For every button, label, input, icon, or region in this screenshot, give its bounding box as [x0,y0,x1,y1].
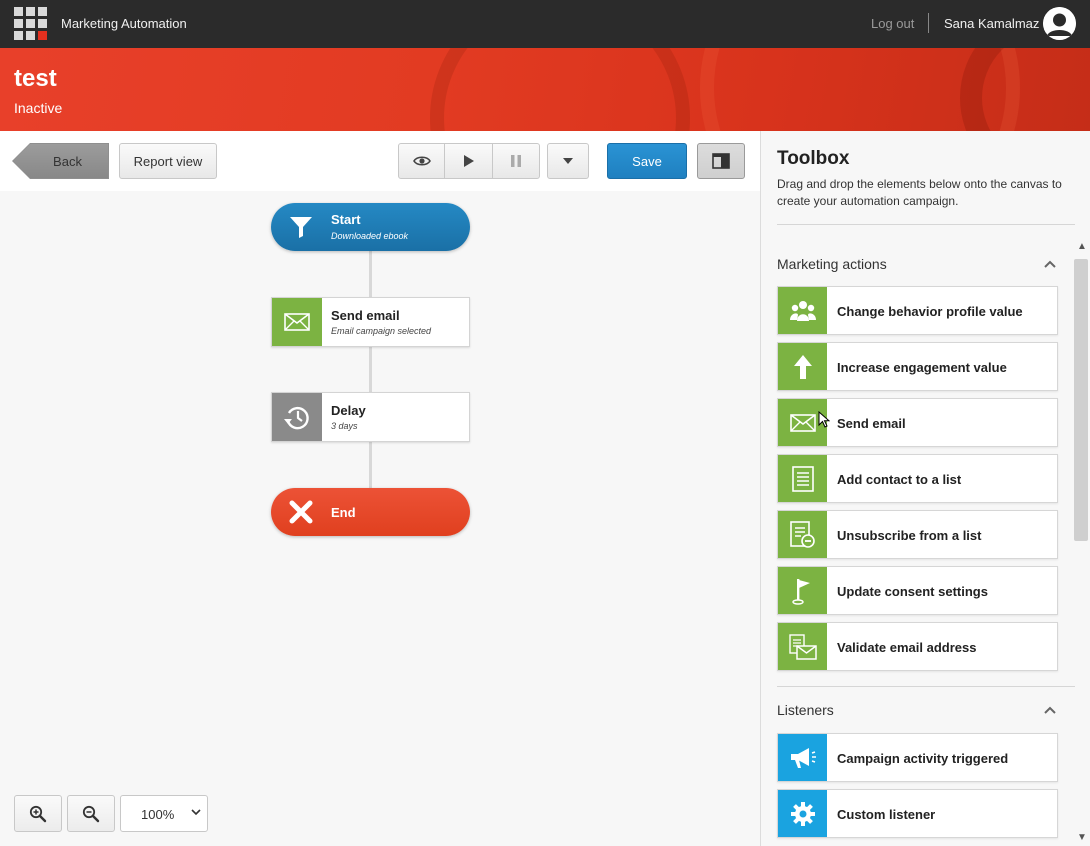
canvas-toolbar: Back Report view Save [0,131,760,191]
end-node[interactable]: End [271,488,470,536]
delay-node-title: Delay [331,403,366,418]
toolbox-title: Toolbox [777,148,850,169]
arrow-up-icon [778,343,827,390]
toolbox-item-update-consent-settings[interactable]: Update consent settings [777,566,1058,615]
toolbox-item-label: Custom listener [837,807,936,822]
campaign-status: Inactive [14,100,63,116]
panel-layout-icon [712,153,730,169]
people-icon [778,287,827,334]
chevron-up-icon[interactable] [1043,705,1057,715]
toggle-toolbox-button[interactable] [697,143,745,179]
scrollbar-thumb[interactable] [1074,259,1088,541]
user-name[interactable]: Sana Kamalmaz [944,16,1039,31]
start-node[interactable]: Start Downloaded ebook [271,203,470,251]
zoom-out-icon [82,805,100,822]
zoom-out-button[interactable] [67,795,115,832]
caret-down-icon [563,158,573,164]
toolbox-item-label: Send email [837,416,906,431]
campaign-header: test Inactive [0,48,1090,131]
save-button[interactable]: Save [607,143,687,179]
flag-icon [778,567,827,614]
logout-link[interactable]: Log out [871,16,914,31]
connector-line [369,346,372,392]
top-bar: Marketing Automation Log out Sana Kamalm… [0,0,1090,48]
pause-icon [511,155,521,167]
eye-icon [412,156,431,166]
toolbox-item-validate-email[interactable]: Validate email address [777,622,1058,671]
divider [777,686,1075,687]
toolbox-item-unsubscribe-from-list[interactable]: Unsubscribe from a list [777,510,1058,559]
toolbox-item-label: Increase engagement value [837,360,1007,375]
zoom-in-button[interactable] [14,795,62,832]
toolbox-item-label: Unsubscribe from a list [837,528,982,543]
gear-icon [778,790,827,837]
app-launcher-icon[interactable] [14,7,47,40]
zoom-level-value: 100% [141,807,175,822]
toolbox-item-label: Update consent settings [837,584,988,599]
send-email-node-subtitle: Email campaign selected [331,326,432,336]
section-title-listeners: Listeners [777,702,834,718]
preview-button[interactable] [398,143,445,179]
report-view-button[interactable]: Report view [119,143,217,179]
megaphone-icon [778,734,827,781]
start-node-title: Start [331,212,361,227]
toolbox-item-campaign-activity-triggered[interactable]: Campaign activity triggered [777,733,1058,782]
start-node-subtitle: Downloaded ebook [331,231,409,241]
page-title: test [14,65,57,92]
divider [777,224,1075,225]
toolbox-item-label: Validate email address [837,640,977,655]
scroll-down-arrow[interactable]: ▼ [1077,832,1087,843]
chevron-up-icon[interactable] [1043,259,1057,269]
connector-line [369,441,372,491]
toolbox-item-label: Campaign activity triggered [837,751,1009,766]
toolbox-item-label: Add contact to a list [837,472,962,487]
toolbox-item-change-behavior-profile[interactable]: Change behavior profile value [777,286,1058,335]
activate-button[interactable] [444,143,493,179]
toolbox-item-increase-engagement[interactable]: Increase engagement value [777,342,1058,391]
toolbox-item-add-contact-to-list[interactable]: Add contact to a list [777,454,1058,503]
toolbox-item-label: Change behavior profile value [837,304,1023,319]
back-button[interactable]: Back [13,144,108,178]
zoom-level-select[interactable]: 100% [120,795,208,832]
list-icon [778,455,827,502]
app-title: Marketing Automation [61,16,187,31]
end-node-title: End [331,505,356,520]
toolbox-description: Drag and drop the elements below onto th… [777,177,1062,208]
delay-node-subtitle: 3 days [331,421,358,431]
list-remove-icon [778,511,827,558]
more-options-button[interactable] [547,143,589,179]
connector-line [369,249,372,299]
envelope-icon [272,298,322,346]
send-email-node-title: Send email [331,308,400,323]
mouse-cursor-icon [818,411,830,428]
send-email-node[interactable]: Send email Email campaign selected [271,297,470,347]
validate-email-icon [778,623,827,670]
scroll-up-arrow[interactable]: ▲ [1077,241,1087,252]
toolbox-item-custom-listener[interactable]: Custom listener [777,789,1058,838]
section-title-marketing-actions: Marketing actions [777,256,887,272]
user-avatar-icon [1043,7,1076,40]
zoom-in-icon [29,805,47,822]
pause-button[interactable] [492,143,540,179]
avatar[interactable] [1043,7,1076,40]
funnel-icon [281,203,321,251]
delay-node[interactable]: Delay 3 days [271,392,470,442]
chevron-down-icon [191,809,201,816]
close-icon [281,488,321,536]
play-icon [463,155,474,167]
divider [928,13,929,33]
toolbox-panel: Toolbox Drag and drop the elements below… [760,131,1090,846]
clock-history-icon [272,393,322,441]
